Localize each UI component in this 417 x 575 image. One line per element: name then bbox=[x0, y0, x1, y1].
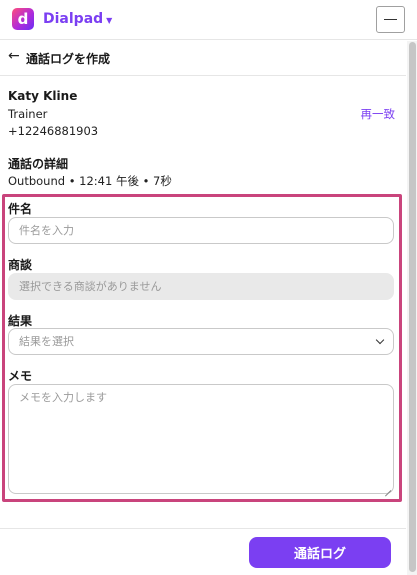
minimize-button[interactable] bbox=[376, 6, 405, 33]
brand-name: Dialpad bbox=[43, 11, 104, 27]
app-topbar: d Dialpad ▼ bbox=[0, 0, 417, 40]
page-title: 通話ログを作成 bbox=[26, 52, 111, 66]
result-label: 結果 bbox=[8, 314, 33, 328]
rematch-link[interactable]: 再一致 bbox=[361, 106, 396, 122]
call-details-heading: 通話の詳細 bbox=[8, 157, 69, 171]
footer-divider bbox=[0, 528, 406, 529]
result-select-value: 結果を選択 bbox=[19, 335, 74, 348]
contact-name: Katy Kline bbox=[8, 89, 78, 103]
deal-label: 商談 bbox=[8, 258, 33, 272]
contact-role: Trainer bbox=[8, 107, 48, 121]
dialpad-logo-icon: d bbox=[12, 8, 34, 30]
subject-label: 件名 bbox=[8, 202, 33, 216]
call-details-summary: Outbound • 12:41 午後 • 7秒 bbox=[8, 174, 172, 188]
brand-menu[interactable]: Dialpad ▼ bbox=[43, 11, 112, 27]
deal-select-disabled: 選択できる商談がありません bbox=[8, 273, 394, 300]
subject-input[interactable]: 件名を入力 bbox=[8, 217, 394, 244]
minus-icon bbox=[384, 19, 397, 20]
memo-textarea[interactable]: メモを入力します bbox=[8, 384, 394, 497]
window-grip[interactable] bbox=[198, 0, 218, 3]
result-select[interactable]: 結果を選択 bbox=[8, 328, 394, 355]
contact-phone: +12246881903 bbox=[8, 124, 99, 138]
chevron-down-icon bbox=[375, 335, 385, 345]
back-arrow-icon[interactable]: ← bbox=[8, 49, 20, 63]
resize-handle-icon[interactable] bbox=[383, 483, 392, 497]
chevron-down-icon: ▼ bbox=[106, 15, 113, 25]
scrollbar-thumb[interactable] bbox=[409, 42, 416, 572]
memo-label: メモ bbox=[8, 369, 33, 383]
logo-letter: d bbox=[17, 9, 29, 28]
memo-placeholder: メモを入力します bbox=[19, 391, 107, 404]
save-call-log-button[interactable]: 通話ログ bbox=[249, 537, 391, 568]
page-header: ← 通話ログを作成 bbox=[0, 40, 406, 76]
